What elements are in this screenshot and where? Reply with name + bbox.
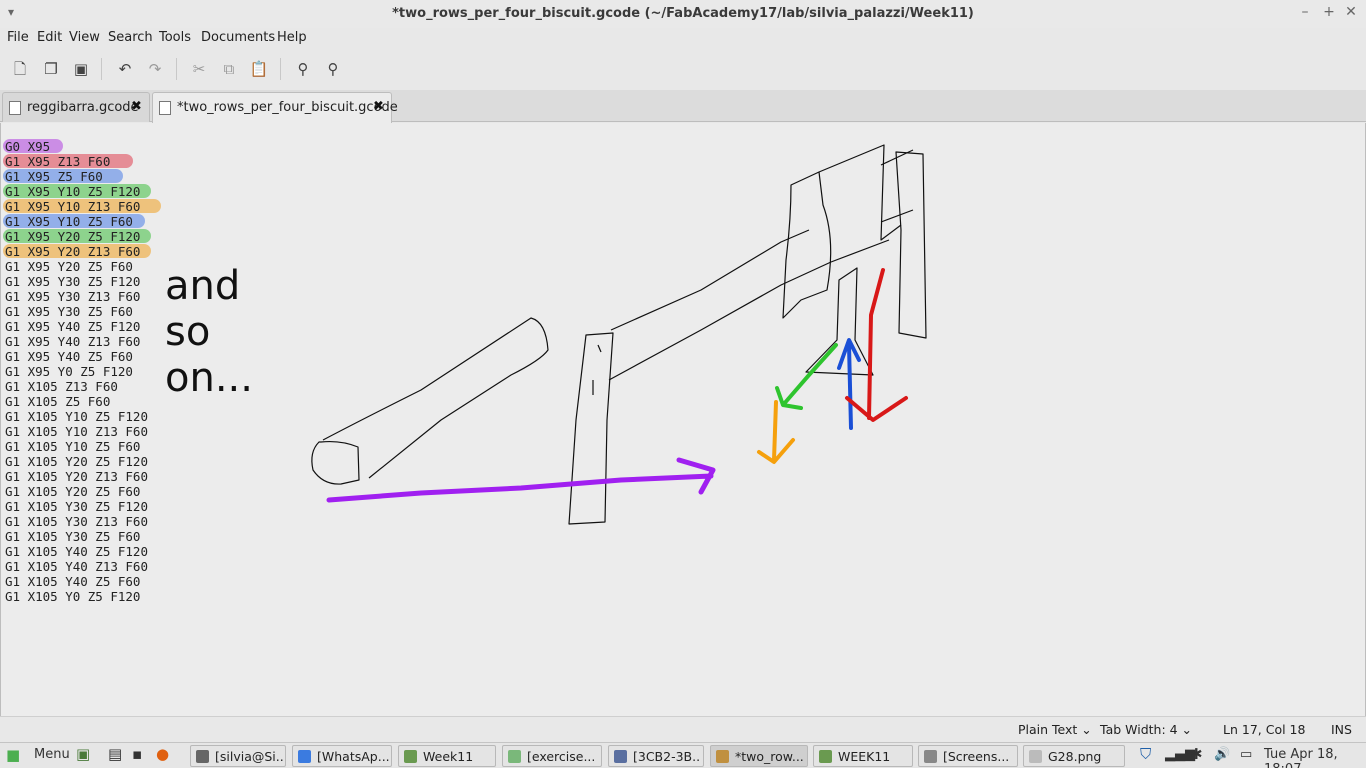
tab-label: reggibarra.gcode: [27, 100, 139, 115]
maximize-button[interactable]: +: [1321, 4, 1337, 20]
taskbar: ■ Menu ▣ ▤ ▪ ● [silvia@Si... [WhatsAp... W…: [0, 742, 1366, 768]
tab-two-rows[interactable]: *two_rows_per_four_biscuit.gcode ✖: [152, 92, 398, 123]
taskbar-window-button[interactable]: WEEK11: [813, 745, 913, 767]
menu-file[interactable]: File: [7, 30, 29, 45]
menu-view[interactable]: View: [69, 30, 100, 45]
cursor-position: Ln 17, Col 18: [1223, 722, 1306, 737]
paste-icon[interactable]: 📋: [248, 58, 270, 80]
text-file-icon: [159, 101, 171, 115]
new-document-icon[interactable]: 🗋: [9, 58, 31, 80]
taskbar-window-label: G28.png: [1048, 749, 1102, 764]
taskbar-window-button[interactable]: [exercise...: [502, 745, 602, 767]
tab-label: *two_rows_per_four_biscuit.gcode: [177, 100, 398, 115]
taskbar-window-label: [Screens...: [943, 749, 1010, 764]
redo-icon[interactable]: ↷: [144, 58, 166, 80]
app-icon: [196, 750, 209, 763]
app-icon: [614, 750, 627, 763]
sketch-post-right: [895, 151, 927, 339]
toolbar-separator: [280, 58, 281, 80]
taskbar-window-button[interactable]: Week11: [398, 745, 496, 767]
menu-bar: File Edit View Search Tools Documents He…: [0, 28, 1366, 48]
battery-icon[interactable]: ▭: [1240, 747, 1252, 762]
bluetooth-icon[interactable]: ✱: [1190, 745, 1203, 763]
menu-edit[interactable]: Edit: [37, 30, 62, 45]
save-icon[interactable]: ▣: [70, 58, 92, 80]
sketch-post-detail: [592, 344, 602, 395]
app-icon: [819, 750, 832, 763]
taskbar-window-button[interactable]: [Screens...: [918, 745, 1018, 767]
sketch-tool-head: [805, 267, 874, 376]
toolbar: 🗋 ❐ ▣ ↶ ↷ ✂ ⧉ 📋 ⚲ ⚲: [0, 50, 1366, 88]
plunge-arrow: [757, 400, 795, 464]
taskbar-window-label: WEEK11: [838, 749, 891, 764]
taskbar-window-button[interactable]: [WhatsAp...: [292, 745, 392, 767]
app-icon: [508, 750, 521, 763]
title-bar: ▾ *two_rows_per_four_biscuit.gcode (~/Fa…: [0, 0, 1366, 28]
app-icon: [716, 750, 729, 763]
taskbar-window-button[interactable]: *two_row...: [710, 745, 808, 767]
tab-close-icon[interactable]: ✖: [373, 99, 384, 114]
toolbar-separator: [101, 58, 102, 80]
firefox-launcher-icon[interactable]: ●: [156, 745, 169, 763]
tab-width-selector[interactable]: Tab Width: 4 ⌄: [1100, 722, 1192, 737]
mint-logo-icon: ■: [6, 746, 21, 764]
taskbar-window-label: [silvia@Si...: [215, 749, 283, 764]
app-icon: [298, 750, 311, 763]
cut-icon[interactable]: ✂: [188, 58, 210, 80]
sketch-tube: [311, 440, 360, 485]
status-bar: Plain Text ⌄ Tab Width: 4 ⌄ Ln 17, Col 1…: [0, 716, 1366, 742]
z-up-arrow: [837, 338, 861, 430]
window-title: *two_rows_per_four_biscuit.gcode (~/FabA…: [392, 6, 974, 21]
insert-mode: INS: [1331, 722, 1352, 737]
show-desktop-icon[interactable]: ▣: [76, 745, 90, 763]
tab-close-icon[interactable]: ✖: [131, 99, 142, 114]
taskbar-window-label: *two_row...: [735, 749, 804, 764]
menu-search[interactable]: Search: [108, 30, 153, 45]
sketch-post-left: [568, 332, 614, 525]
x-axis-arrow: [326, 457, 716, 503]
toolbar-separator: [176, 58, 177, 80]
tab-bar: reggibarra.gcode ✖ *two_rows_per_four_bi…: [0, 90, 1366, 123]
menu-help[interactable]: Help: [277, 30, 307, 45]
shield-icon[interactable]: ⛉: [1140, 745, 1151, 763]
close-window-button[interactable]: ✕: [1343, 4, 1359, 20]
sketch-carriage: [782, 171, 832, 319]
sketch-tube-top: [322, 317, 549, 479]
volume-icon[interactable]: 🔊: [1214, 747, 1230, 762]
menu-tools[interactable]: Tools: [159, 30, 191, 45]
taskbar-window-label: [3CB2-3B...: [633, 749, 701, 764]
app-icon: [1029, 750, 1042, 763]
open-icon[interactable]: ❐: [40, 58, 62, 80]
sketch-rail: [608, 229, 890, 381]
taskbar-window-label: [WhatsAp...: [317, 749, 389, 764]
clock[interactable]: Tue Apr 18, 18:07: [1264, 747, 1366, 768]
find-replace-icon[interactable]: ⚲: [322, 58, 344, 80]
tab-reggibarra[interactable]: reggibarra.gcode ✖: [2, 92, 150, 122]
text-file-icon: [9, 101, 21, 115]
undo-icon[interactable]: ↶: [114, 58, 136, 80]
machine-sketch: [311, 144, 927, 525]
taskbar-window-button[interactable]: [silvia@Si...: [190, 745, 286, 767]
menu-documents[interactable]: Documents: [201, 30, 275, 45]
files-launcher-icon[interactable]: ▤: [108, 745, 122, 763]
sketch-carriage-top: [818, 144, 902, 241]
taskbar-window-label: [exercise...: [527, 749, 596, 764]
copy-icon[interactable]: ⧉: [218, 58, 240, 80]
menu-button[interactable]: Menu: [34, 747, 70, 762]
y-axis-arrow: [775, 343, 838, 410]
find-icon[interactable]: ⚲: [292, 58, 314, 80]
taskbar-window-button[interactable]: G28.png: [1023, 745, 1125, 767]
taskbar-window-button[interactable]: [3CB2-3B...: [608, 745, 704, 767]
app-icon: [924, 750, 937, 763]
taskbar-window-label: Week11: [423, 749, 474, 764]
app-icon: [404, 750, 417, 763]
terminal-launcher-icon[interactable]: ▪: [132, 745, 142, 763]
language-selector[interactable]: Plain Text ⌄: [1018, 722, 1092, 737]
text-editor[interactable]: G0 X95 G1 X95 Z13 F60 G1 X95 Z5 F60 G1 X95 …: [0, 123, 1366, 716]
minimize-button[interactable]: –: [1297, 4, 1313, 20]
